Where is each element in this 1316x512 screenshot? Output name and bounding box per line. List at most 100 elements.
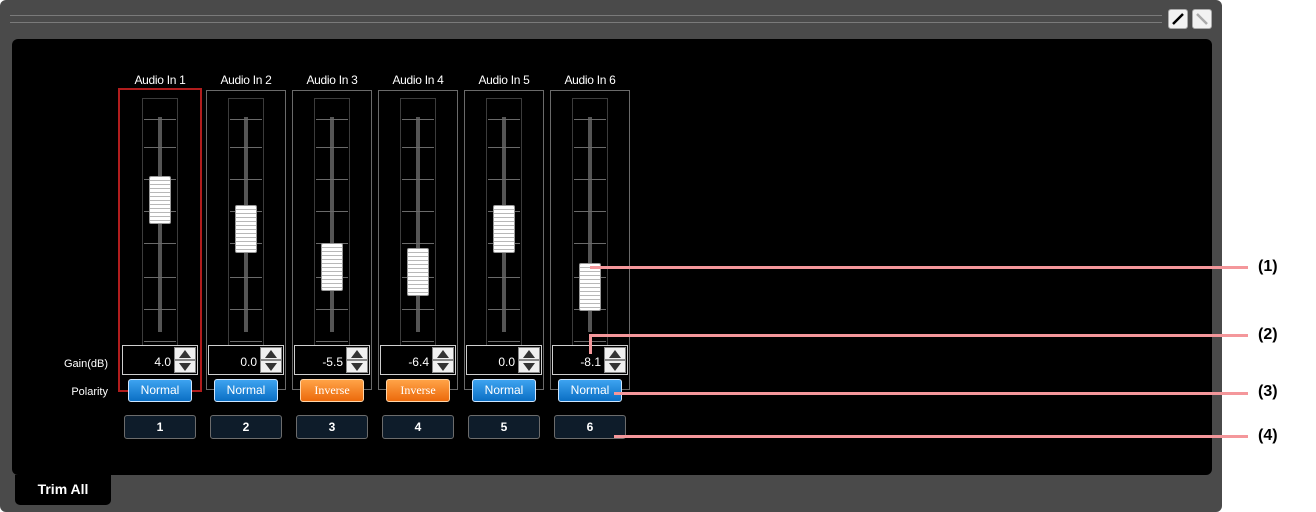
callout-4: (4) bbox=[1258, 427, 1278, 444]
fader-tick bbox=[402, 341, 434, 342]
fader-tick bbox=[574, 243, 606, 244]
channel-title: Audio In 3 bbox=[306, 73, 358, 87]
callout-2: (2) bbox=[1258, 326, 1278, 343]
fader-rail bbox=[158, 117, 162, 332]
gain-spinner[interactable] bbox=[346, 347, 368, 373]
gain-value: 0.0 bbox=[240, 355, 257, 369]
fader-tick bbox=[574, 119, 606, 120]
gain-value: 0.0 bbox=[498, 355, 515, 369]
fader-knob[interactable] bbox=[493, 204, 515, 253]
fader-knob[interactable] bbox=[149, 176, 171, 224]
fader-tick bbox=[402, 119, 434, 120]
fader-tick bbox=[144, 243, 176, 244]
gain-input[interactable]: 0.0 bbox=[208, 345, 284, 375]
fader-tick bbox=[574, 179, 606, 180]
fader-tick bbox=[316, 119, 348, 120]
callout-1: (1) bbox=[1258, 258, 1278, 275]
callout-line-1 bbox=[590, 266, 1248, 269]
polarity-button[interactable]: Inverse bbox=[386, 379, 450, 402]
fader-tick bbox=[316, 211, 348, 212]
resize-icon[interactable] bbox=[1192, 9, 1212, 29]
spin-down-icon[interactable] bbox=[260, 360, 282, 373]
fader-tick bbox=[144, 341, 176, 342]
fader-knob[interactable] bbox=[235, 204, 257, 253]
polarity-button[interactable]: Normal bbox=[214, 379, 278, 402]
fader-tick bbox=[402, 179, 434, 180]
polarity-button[interactable]: Normal bbox=[128, 379, 192, 402]
fader-tick bbox=[230, 179, 262, 180]
spin-down-icon[interactable] bbox=[346, 360, 368, 373]
polarity-button[interactable]: Normal bbox=[472, 379, 536, 402]
fader-tick bbox=[488, 179, 520, 180]
gain-spinner[interactable] bbox=[604, 347, 626, 373]
spin-up-icon[interactable] bbox=[432, 347, 454, 360]
channel-number[interactable]: 5 bbox=[468, 415, 540, 439]
title-bar-grip bbox=[10, 15, 1162, 23]
spin-up-icon[interactable] bbox=[518, 347, 540, 360]
fader-tick bbox=[402, 309, 434, 310]
channel-title: Audio In 2 bbox=[220, 73, 272, 87]
fader-knob[interactable] bbox=[579, 263, 601, 312]
fader-tick bbox=[402, 243, 434, 244]
channel-number[interactable]: 4 bbox=[382, 415, 454, 439]
gain-spinner[interactable] bbox=[518, 347, 540, 373]
gain-input[interactable]: -6.4 bbox=[380, 345, 456, 375]
fader-tick bbox=[144, 277, 176, 278]
fader-tick bbox=[402, 147, 434, 148]
spin-up-icon[interactable] bbox=[346, 347, 368, 360]
fader-tick bbox=[230, 277, 262, 278]
fader-tick bbox=[316, 309, 348, 310]
callout-line-2-stem bbox=[589, 334, 592, 354]
gain-value: -6.4 bbox=[408, 355, 429, 369]
edit-icon[interactable] bbox=[1168, 9, 1188, 29]
channel-title: Audio In 6 bbox=[564, 73, 616, 87]
fader-tick bbox=[144, 309, 176, 310]
fader-tick bbox=[230, 119, 262, 120]
fader-tick bbox=[316, 179, 348, 180]
gain-spinner[interactable] bbox=[174, 347, 196, 373]
gain-input[interactable]: 0.0 bbox=[466, 345, 542, 375]
fader-tick bbox=[402, 211, 434, 212]
fader-tick bbox=[230, 147, 262, 148]
fader-tick bbox=[488, 341, 520, 342]
spin-up-icon[interactable] bbox=[174, 347, 196, 360]
spin-down-icon[interactable] bbox=[174, 360, 196, 373]
fader-knob[interactable] bbox=[321, 242, 343, 291]
gain-spinner[interactable] bbox=[432, 347, 454, 373]
gain-row-label: Gain(dB) bbox=[63, 358, 108, 370]
fader-tick bbox=[316, 147, 348, 148]
callout-3: (3) bbox=[1258, 383, 1278, 400]
fader-rail bbox=[330, 117, 334, 332]
channel-number[interactable]: 3 bbox=[296, 415, 368, 439]
spin-up-icon[interactable] bbox=[604, 347, 626, 360]
channel-title: Audio In 4 bbox=[392, 73, 444, 87]
gain-input[interactable]: 4.0 bbox=[122, 345, 198, 375]
fader-tick bbox=[144, 147, 176, 148]
gain-spinner[interactable] bbox=[260, 347, 282, 373]
polarity-row-label: Polarity bbox=[71, 386, 108, 398]
fader-tick bbox=[230, 341, 262, 342]
fader-tick bbox=[488, 309, 520, 310]
channel-number[interactable]: 1 bbox=[124, 415, 196, 439]
fader-tick bbox=[316, 341, 348, 342]
gain-value: 4.0 bbox=[154, 355, 171, 369]
polarity-button[interactable]: Normal bbox=[558, 379, 622, 402]
polarity-button[interactable]: Inverse bbox=[300, 379, 364, 402]
spin-up-icon[interactable] bbox=[260, 347, 282, 360]
spin-down-icon[interactable] bbox=[518, 360, 540, 373]
spin-down-icon[interactable] bbox=[604, 360, 626, 373]
fader-knob[interactable] bbox=[407, 248, 429, 297]
fader-rail bbox=[416, 117, 420, 332]
fader-tick bbox=[488, 277, 520, 278]
channel-number[interactable]: 2 bbox=[210, 415, 282, 439]
gain-value: -8.1 bbox=[580, 355, 601, 369]
tab-trim-all[interactable]: Trim All bbox=[15, 475, 111, 505]
gain-input[interactable]: -5.5 bbox=[294, 345, 370, 375]
fader-tick bbox=[230, 309, 262, 310]
fader-tick bbox=[488, 147, 520, 148]
gain-value: -5.5 bbox=[322, 355, 343, 369]
spin-down-icon[interactable] bbox=[432, 360, 454, 373]
fader-tick bbox=[574, 147, 606, 148]
channel-title: Audio In 1 bbox=[134, 73, 186, 87]
fader-tick bbox=[488, 119, 520, 120]
